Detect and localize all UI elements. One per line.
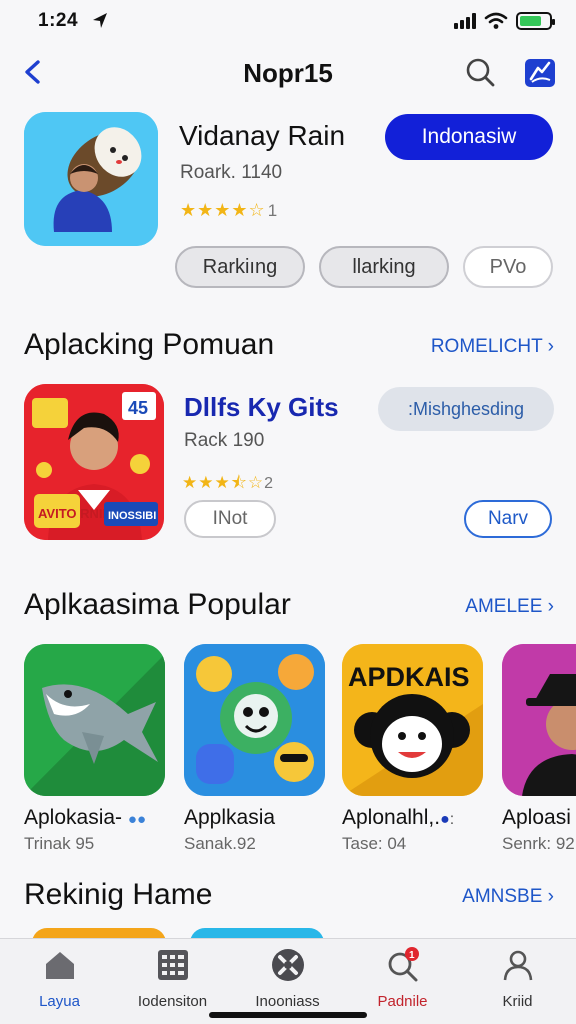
cellular-signal-icon xyxy=(454,13,476,29)
featured-app-name: Vidanay Rain xyxy=(179,120,346,151)
profile-icon xyxy=(503,950,532,981)
home-icon xyxy=(45,952,74,979)
rating-count: 1 xyxy=(267,201,279,220)
person-hat-icon[interactable] xyxy=(502,644,576,796)
ranked-app-card[interactable]: 45 AVITO RNIE INOSSIBI Dllfs Ky Gits Rac… xyxy=(24,384,556,544)
popular-app-stat: Sanak.92 xyxy=(184,834,256,853)
featured-filter-pills: Rarkiıng Ɩlarking PVo xyxy=(175,246,553,288)
tools-icon xyxy=(271,949,304,981)
popular-app-stat: Senrk: 92 xyxy=(502,834,575,853)
tab-home[interactable]: Layua xyxy=(2,947,117,1017)
section-header-popular: Aplkaasima Popular AMELEE › xyxy=(24,588,556,628)
star-rating-icon: ★★★★☆ xyxy=(180,200,266,220)
popular-app-stat: Trinak 95 xyxy=(24,834,95,853)
shark-icon[interactable] xyxy=(24,644,165,796)
featured-install-button[interactable]: Indonasiw xyxy=(385,114,553,160)
rating-count: 2 xyxy=(264,475,274,492)
popular-app-name: Aplonalhl,.●: xyxy=(342,806,455,829)
battery-level xyxy=(520,16,541,26)
pill-pro[interactable]: PVo xyxy=(463,246,553,288)
section-title: Rekinig Hame xyxy=(24,878,213,911)
more-dots-icon: : xyxy=(449,811,455,828)
home-indicator xyxy=(209,1012,367,1018)
popular-app-name: Applkasia xyxy=(184,806,276,829)
emoji-faces-icon[interactable] xyxy=(184,644,325,796)
chevron-right-icon: › xyxy=(547,336,554,357)
chevron-right-icon: › xyxy=(547,596,554,617)
search-alert-icon: 1 xyxy=(388,947,419,982)
monkey-icon[interactable]: APDKAIS xyxy=(342,644,483,796)
location-pin-icon: ● xyxy=(440,811,450,828)
featured-app-icon[interactable] xyxy=(24,112,158,246)
star-rating-icon: ★★★⯪☆ xyxy=(182,473,265,492)
mascot-illustration-icon xyxy=(24,112,158,246)
section-see-all-link[interactable]: ROMELICHT › xyxy=(431,336,554,358)
hand-badge-icon[interactable] xyxy=(522,54,558,90)
portrait-illustration-icon: 45 AVITO RNIE INOSSIBI xyxy=(24,384,164,540)
section-see-all-link[interactable]: AMELEE › xyxy=(465,596,554,618)
popular-app-name: Aploasi xyxy=(502,806,571,829)
chevron-right-icon: › xyxy=(547,886,554,907)
featured-app-card[interactable]: Vidanay Rain Roark. 1140 ★★★★☆ 1 Indonasi… xyxy=(24,112,556,302)
tab-grid[interactable]: Iodensiton xyxy=(115,947,230,1017)
status-bar: 1:24 xyxy=(0,0,576,44)
location-arrow-icon xyxy=(93,13,107,28)
status-time: 1:24 xyxy=(38,10,79,31)
ranked-rating-stars: ★★★⯪☆2 xyxy=(182,470,274,499)
featured-rating-stars: ★★★★☆ 1 xyxy=(180,200,278,221)
ranked-app-rank: Rack 190 xyxy=(184,430,265,451)
grid-icon xyxy=(157,950,188,980)
section-header-ranking-home: Rekinig Hame AMNSBE › xyxy=(24,878,556,918)
popular-app-stat: Tase: 04 xyxy=(342,834,407,853)
svg-text:45: 45 xyxy=(128,398,148,418)
section-title: Aplacking Pomuan xyxy=(24,328,275,361)
ranked-new-button[interactable]: Narv xyxy=(464,500,552,538)
pill-ranking[interactable]: Rarkiıng xyxy=(175,246,305,288)
popular-apps-carousel[interactable]: Aplokasia- ●● Trinak 95 Applkasia Sanak.… xyxy=(24,644,576,864)
battery-icon xyxy=(516,12,555,30)
wifi-icon xyxy=(484,12,508,29)
featured-app-rank: Roark. 1140 xyxy=(180,162,283,183)
ranked-tag-chip[interactable]: :Mishghesding xyxy=(378,387,554,431)
popular-app-name: Aplokasia- ●● xyxy=(24,806,147,829)
tile-caption: AVITO RNIE xyxy=(38,506,112,521)
tab-tools[interactable]: Inooniass xyxy=(230,947,345,1017)
ranked-app-name: Dllfs Ky Gits xyxy=(184,392,339,422)
verified-badges-icon: ●● xyxy=(127,811,147,828)
tile-caption: APDKAIS xyxy=(348,662,470,692)
tab-profile[interactable]: Kriid xyxy=(460,947,575,1017)
pill-marking[interactable]: Ɩlarking xyxy=(319,246,449,288)
ranked-app-icon[interactable]: 45 AVITO RNIE INOSSIBI xyxy=(24,384,164,540)
nav-bar: Nopr15 xyxy=(0,44,576,100)
section-see-all-link[interactable]: AMNSBE › xyxy=(462,886,554,908)
tab-search[interactable]: 1 Padnile xyxy=(345,947,460,1017)
tile-badge: INOSSIBI xyxy=(108,510,156,522)
section-title: Aplkaasima Popular xyxy=(24,588,291,621)
section-header-ranking: Aplacking Pomuan ROMELICHT › xyxy=(24,328,556,368)
search-icon[interactable] xyxy=(462,54,498,90)
ranked-install-button[interactable]: INot xyxy=(184,500,276,538)
tab-badge-count: 1 xyxy=(409,950,415,961)
